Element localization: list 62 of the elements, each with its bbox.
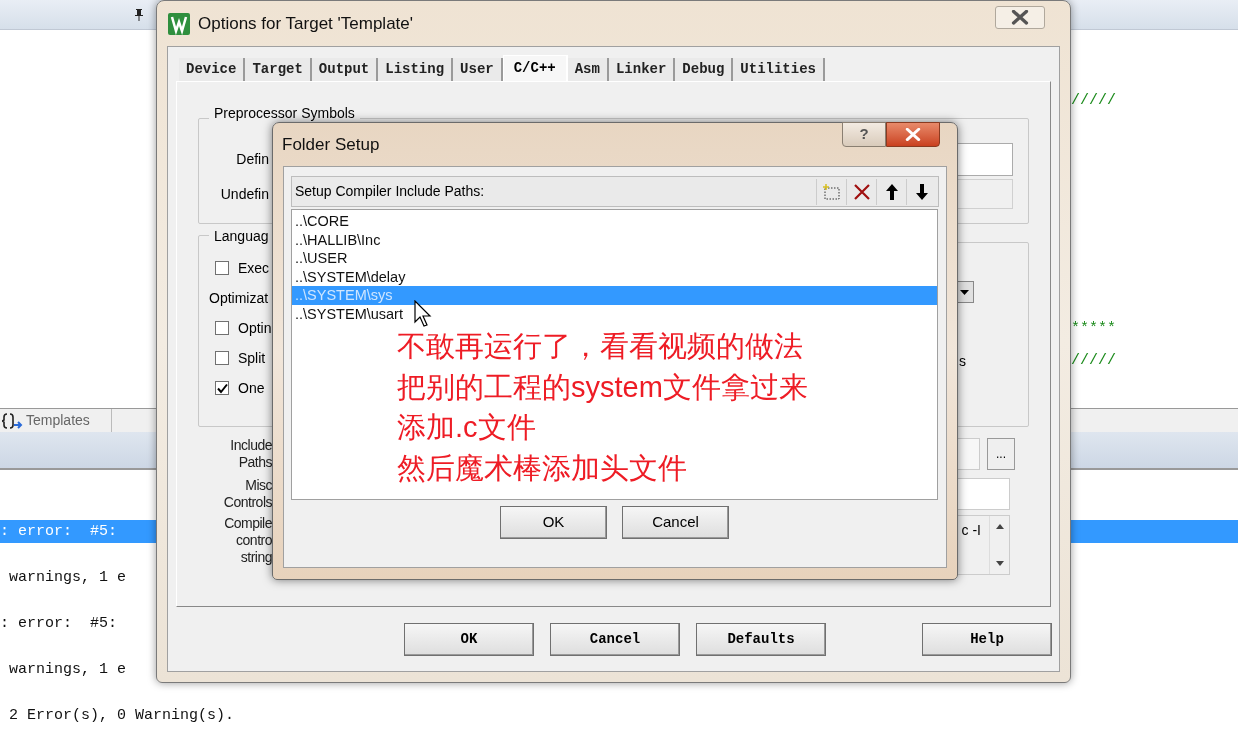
- checkbox-label: Optin: [238, 318, 272, 338]
- path-item[interactable]: ..\HALLIB\Inc: [292, 230, 937, 250]
- code-comment: /////: [1071, 351, 1116, 371]
- close-button[interactable]: [886, 122, 940, 147]
- browse-button[interactable]: ...: [987, 438, 1015, 470]
- scroll-down-icon: [995, 561, 1004, 566]
- output-line[interactable]: 2 Error(s), 0 Warning(s).: [0, 704, 1238, 727]
- field-label: Compile contro string: [223, 515, 272, 566]
- mouse-cursor-icon: [414, 300, 434, 328]
- braces-icon: [2, 412, 24, 429]
- tab[interactable]: Asm: [567, 58, 609, 81]
- dialog-button[interactable]: OK: [500, 506, 607, 539]
- tab[interactable]: User: [453, 58, 503, 81]
- tab[interactable]: Output: [311, 58, 379, 81]
- checkbox[interactable]: [215, 351, 229, 365]
- option-label: s: [959, 352, 966, 371]
- checkbox[interactable]: [215, 381, 229, 395]
- window-title: Options for Target 'Template': [198, 12, 413, 35]
- close-button[interactable]: [995, 6, 1045, 29]
- code-comment: /////: [1071, 91, 1116, 111]
- annotation-text: 添加.c文件: [397, 410, 537, 445]
- tab[interactable]: Debug: [675, 58, 734, 81]
- option-label: Optimizat: [209, 289, 269, 308]
- annotation-text: 然后魔术棒添加头文件: [397, 450, 688, 486]
- tab[interactable]: Utilities: [733, 58, 825, 81]
- pin-icon: [134, 8, 144, 21]
- tab[interactable]: Linker: [608, 58, 676, 81]
- dialog-button[interactable]: Defaults: [696, 622, 826, 656]
- checkbox[interactable]: [215, 261, 229, 275]
- tab[interactable]: Target: [245, 58, 312, 81]
- checkbox-label: Exec: [238, 258, 270, 278]
- field-label: Undefin: [219, 184, 269, 204]
- path-item[interactable]: ..\USER: [292, 249, 937, 268]
- app-icon: [168, 12, 190, 35]
- compiler-string-text: c -I: [961, 521, 982, 540]
- list-header: Setup Compiler Include Paths:: [295, 182, 485, 201]
- dialog-button[interactable]: OK: [404, 622, 534, 656]
- field-label: Misc Controls: [222, 477, 272, 511]
- help-button[interactable]: ?: [842, 122, 886, 147]
- checkbox-label: Split: [238, 348, 266, 368]
- group-title: Preprocessor Symbols: [209, 105, 360, 121]
- annotation-text: 把别的工程的system文件拿过来: [397, 369, 808, 405]
- checkbox[interactable]: [215, 321, 229, 335]
- tab[interactable]: C/C++: [502, 55, 568, 81]
- dialog-button[interactable]: Help: [922, 622, 1052, 656]
- dialog-button[interactable]: Cancel: [622, 506, 729, 539]
- tab[interactable]: Device: [179, 58, 246, 81]
- scroll-up-icon: [995, 524, 1004, 529]
- close-icon: [1011, 10, 1029, 25]
- close-icon: [905, 128, 921, 141]
- window-title: Folder Setup: [282, 133, 380, 156]
- code-comment: *****: [1071, 318, 1116, 339]
- field-label: Include Paths: [229, 437, 272, 471]
- field-label: Defin: [235, 150, 269, 169]
- tab[interactable]: Listing: [378, 58, 454, 81]
- checkbox-label: One: [238, 378, 265, 398]
- path-item[interactable]: ..\SYSTEM\usart: [292, 304, 937, 324]
- path-item[interactable]: ..\CORE: [292, 212, 937, 231]
- path-item[interactable]: ..\SYSTEM\delay: [292, 267, 937, 287]
- dropdown-arrow-icon: [960, 289, 969, 295]
- annotation-text: 不敢再运行了，看看视频的做法: [397, 329, 804, 364]
- dialog-button[interactable]: Cancel: [550, 622, 680, 656]
